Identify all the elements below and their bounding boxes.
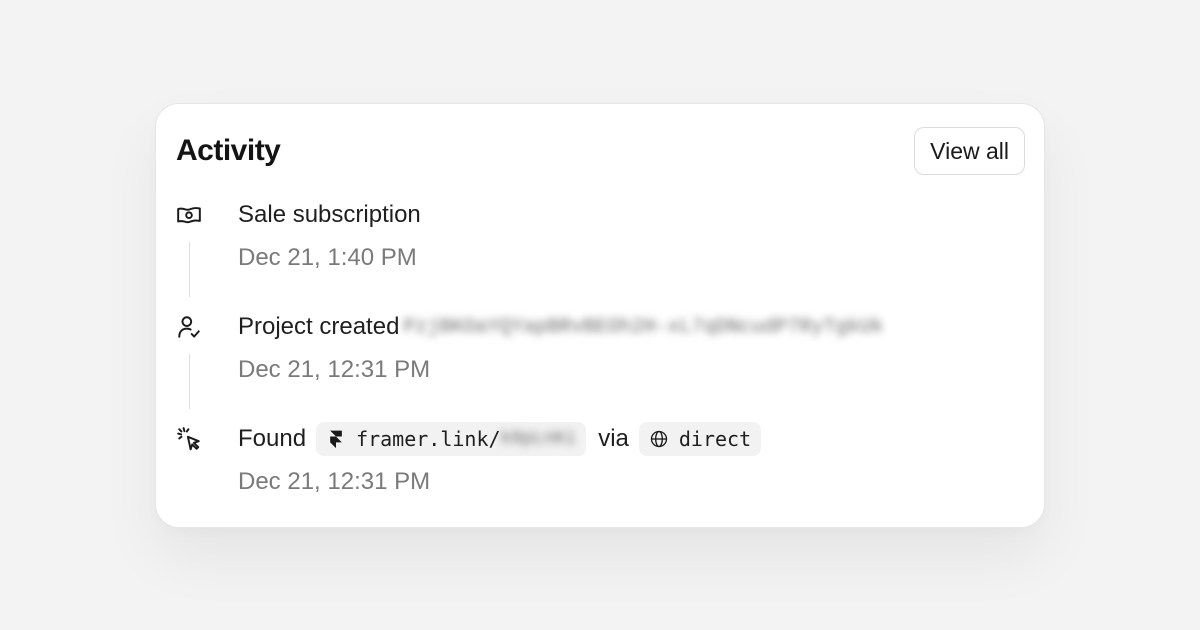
view-all-button[interactable]: View all bbox=[914, 127, 1025, 175]
activity-card: Activity View all Sale subscription Dec … bbox=[155, 103, 1045, 528]
link-prefix: framer.link/ bbox=[356, 427, 501, 451]
money-icon bbox=[175, 201, 203, 229]
via-label: via bbox=[598, 425, 629, 452]
card-title: Activity bbox=[176, 134, 281, 167]
activity-label: Sale subscription bbox=[238, 201, 421, 229]
activity-label: Project created PzjBKOaYQYapBRvBEOh2H-xL… bbox=[238, 313, 884, 341]
globe-icon bbox=[650, 430, 668, 448]
activity-title: Sale subscription bbox=[238, 201, 421, 228]
cursor-click-icon bbox=[175, 425, 203, 453]
activity-time: Dec 21, 12:31 PM bbox=[238, 356, 431, 383]
activity-time: Dec 21, 1:40 PM bbox=[238, 244, 417, 271]
timeline-connector bbox=[189, 242, 190, 297]
redacted-link-slug: k8pLnKi bbox=[500, 429, 577, 449]
timeline-connector bbox=[189, 354, 190, 409]
link-chip[interactable]: framer.link/ k8pLnKi bbox=[316, 422, 587, 456]
redacted-project-id: PzjBKOaYQYapBRvBEOh2H-xL7qDNcudP7RyTgkUk bbox=[403, 315, 884, 339]
framer-icon bbox=[330, 430, 342, 449]
activity-label: Found framer.link/ k8pLnKi via direct bbox=[238, 421, 773, 457]
activity-title: Found bbox=[238, 425, 307, 452]
activity-time: Dec 21, 12:31 PM bbox=[238, 468, 431, 495]
user-check-icon bbox=[175, 313, 203, 341]
source-label: direct bbox=[678, 427, 752, 451]
source-chip[interactable]: direct bbox=[638, 422, 762, 456]
activity-title: Project created bbox=[238, 313, 400, 340]
